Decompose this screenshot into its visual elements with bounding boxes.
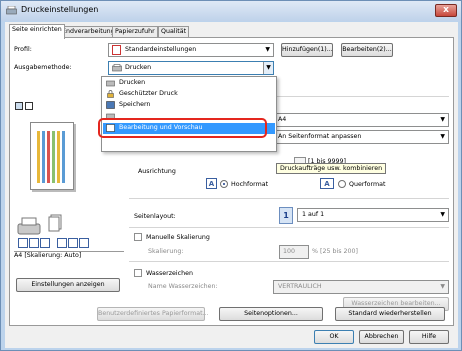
profile-label: Profil:: [14, 46, 32, 53]
printer-icon: [106, 79, 115, 87]
tooltip: Druckaufträge usw. kombinieren: [276, 163, 387, 174]
landscape-radio[interactable]: [338, 180, 346, 188]
scaling-value: 100: [283, 248, 296, 255]
page-options-button[interactable]: Seitenoptionen...: [219, 307, 323, 321]
close-button[interactable]: x: [435, 4, 457, 17]
cancel-button[interactable]: Abbrechen: [359, 330, 404, 344]
printer-illustration-icon: [16, 216, 42, 236]
ok-button[interactable]: OK: [314, 330, 354, 344]
page-layout-icon: 1: [279, 207, 293, 224]
preview-caption: A4 [Skalierung: Auto]: [14, 252, 82, 259]
chevron-down-icon: ▼: [440, 283, 445, 290]
portrait-label: Hochformat: [231, 181, 269, 188]
page-preview: [30, 122, 74, 190]
chevron-down-icon: ▼: [440, 116, 445, 123]
finishing-icons: [18, 238, 100, 249]
output-method-dropdown: Drucken Geschützter Druck Speichern Bear…: [101, 76, 277, 152]
option-label: Speichern: [119, 101, 151, 108]
scaling-input[interactable]: 100: [279, 245, 309, 259]
print-settings-window: Druckeinstellungen x Seite einrichten En…: [0, 0, 462, 351]
orientation-label: Ausrichtung: [138, 168, 176, 175]
manual-scaling-checkbox[interactable]: [134, 233, 142, 241]
option-label: Drucken: [119, 79, 146, 86]
dialog-client: Seite einrichten Endverarbeitung Papierz…: [5, 22, 458, 348]
title-bar: Druckeinstellungen x: [1, 1, 461, 21]
watermark-checkbox[interactable]: [134, 269, 142, 277]
restore-defaults-button[interactable]: Standard wiederherstellen: [335, 307, 445, 321]
lock-icon: [106, 90, 115, 98]
portrait-radio[interactable]: [220, 180, 228, 188]
chevron-down-icon[interactable]: ▼: [263, 62, 273, 74]
printer-icon: [112, 64, 122, 72]
watermark-select[interactable]: VERTRAULICH ▼: [273, 280, 449, 294]
profile-value: Standardeinstellungen: [125, 46, 197, 53]
landscape-icon: A: [320, 178, 334, 189]
watermark-label: Wasserzeichen: [146, 270, 193, 277]
watermark-name-label: Name Wasserzeichen:: [148, 283, 218, 290]
output-size-select[interactable]: An Seitenformat anpassen ▼: [273, 130, 449, 144]
page-view-icon[interactable]: [15, 102, 23, 110]
landscape-label: Querformat: [349, 181, 386, 188]
page-layout-label: Seitenlayout:: [134, 213, 176, 220]
custom-paper-button[interactable]: Benutzerdefiniertes Papierformat...: [97, 307, 209, 321]
paper-size-select[interactable]: A4 ▼: [273, 113, 449, 127]
profile-select[interactable]: Standardeinstellungen ▼: [108, 43, 274, 57]
option-speichern[interactable]: Speichern: [103, 100, 275, 111]
option-geschuetzter-druck[interactable]: Geschützter Druck: [103, 89, 275, 100]
page-layout-value: 1 auf 1: [302, 211, 325, 218]
chevron-down-icon: ▼: [265, 46, 270, 53]
option-drucken[interactable]: Drucken: [103, 78, 275, 89]
help-button[interactable]: Hilfe: [409, 330, 449, 344]
profile-icon: [112, 45, 121, 55]
scaling-label: Skalierung:: [148, 248, 184, 255]
output-method-label: Ausgabemethode:: [14, 64, 72, 71]
tab-seite-einrichten[interactable]: Seite einrichten: [9, 24, 65, 39]
portrait-icon: A: [206, 178, 217, 189]
paper-stack-icon: [48, 214, 62, 232]
chevron-down-icon: ▼: [440, 133, 445, 140]
chevron-down-icon: ▼: [440, 211, 445, 218]
output-method-value: Drucken: [125, 64, 152, 71]
output-size-value: An Seitenformat anpassen: [278, 133, 362, 140]
save-icon: [106, 101, 115, 109]
page-layout-select[interactable]: 1 auf 1 ▼: [297, 208, 449, 222]
printer-view-icon[interactable]: [25, 102, 33, 110]
printer-icon: [6, 5, 17, 15]
window-title: Druckeinstellungen: [21, 5, 99, 14]
manual-scaling-label: Manuelle Skalierung: [146, 234, 210, 241]
option-label: Geschützter Druck: [119, 90, 178, 97]
scaling-range: % [25 bis 200]: [312, 248, 358, 255]
paper-size-value: A4: [278, 116, 287, 123]
edit-profile-button[interactable]: Bearbeiten(2)...: [341, 43, 393, 57]
output-method-select[interactable]: Drucken ▼: [108, 61, 274, 75]
add-profile-button[interactable]: Hinzufügen(1)...: [281, 43, 333, 57]
show-settings-button[interactable]: Einstellungen anzeigen: [16, 278, 120, 292]
highlight-annotation: [98, 118, 267, 138]
watermark-value: VERTRAULICH: [278, 283, 322, 290]
